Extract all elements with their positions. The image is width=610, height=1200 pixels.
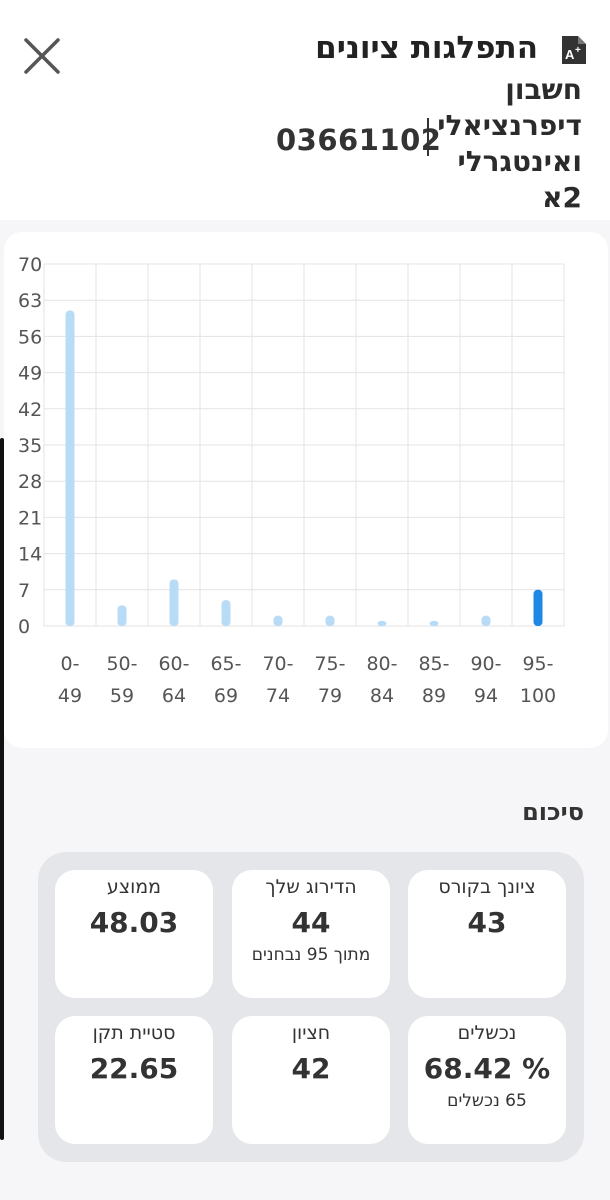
- header: A + התפלגות ציונים חשבון דיפרנציאלי ואינ…: [0, 0, 610, 220]
- x-tick-label: 0-49: [58, 653, 82, 707]
- y-tick-label: 35: [18, 435, 42, 457]
- x-tick-label: 90-94: [470, 653, 501, 707]
- stat-median: חציון 42: [232, 1016, 390, 1144]
- x-tick-label: 70-74: [262, 653, 293, 707]
- bar: [481, 615, 491, 626]
- course-code: 03661102: [276, 123, 442, 157]
- stat-average: ממוצע 48.03: [55, 870, 213, 998]
- stat-label: נכשלים: [457, 1022, 517, 1044]
- stat-value: 42: [291, 1052, 331, 1085]
- stat-value: 48.03: [89, 906, 179, 939]
- bar: [325, 615, 335, 626]
- x-tick-label: 85-89: [418, 653, 449, 707]
- y-tick-label: 56: [18, 326, 42, 348]
- x-tick-label: 65-69: [210, 653, 241, 707]
- stat-rank: הדירוג שלך 44 מתוך 95 נבחנים: [232, 870, 390, 998]
- bar: [273, 615, 283, 626]
- stat-std-dev: סטיית תקן 22.65: [55, 1016, 213, 1144]
- close-icon[interactable]: [18, 32, 66, 80]
- y-tick-label: 49: [18, 363, 42, 385]
- bar: [169, 579, 179, 626]
- stat-value: 22.65: [89, 1052, 179, 1085]
- summary-panel: ציונך בקורס 43 הדירוג שלך 44 מתוך 95 נבח…: [38, 852, 584, 1162]
- bar: [221, 600, 231, 626]
- stat-value: % 68.42: [423, 1052, 551, 1085]
- svg-text:+: +: [575, 45, 581, 56]
- x-tick-label: 75-79: [314, 653, 345, 707]
- y-tick-label: 21: [18, 507, 42, 529]
- course-name: חשבון דיפרנציאלי ואינטגרלי 2א: [437, 73, 582, 214]
- bar: [117, 605, 127, 626]
- bar: [377, 620, 387, 626]
- y-tick-label: 7: [18, 580, 30, 602]
- stat-label: הדירוג שלך: [265, 876, 357, 898]
- x-tick-label: 95-100: [520, 653, 556, 707]
- stat-failed: נכשלים % 68.42 65 נכשלים: [408, 1016, 566, 1144]
- y-tick-label: 42: [18, 399, 42, 421]
- stat-value: 44: [291, 906, 331, 939]
- page-title: התפלגות ציונים: [315, 30, 538, 66]
- y-tick-label: 14: [18, 544, 42, 566]
- y-tick-label: 0: [18, 616, 30, 638]
- summary-title: סיכום: [522, 798, 584, 826]
- stat-label: חציון: [291, 1022, 331, 1044]
- document-grade-icon: A +: [560, 34, 588, 66]
- stat-label: ממוצע: [106, 876, 162, 898]
- x-tick-label: 60-64: [158, 653, 189, 707]
- svg-text:A: A: [565, 47, 575, 62]
- y-tick-label: 28: [18, 471, 42, 493]
- stat-label: ציונך בקורס: [438, 876, 536, 898]
- grade-distribution-chart: 0 7 14 21 28 35 42 49 56 63 70 0-49 50-59 60-64 65-69 7…: [18, 254, 565, 707]
- x-tick-label: 50-59: [106, 653, 137, 707]
- bar: [429, 620, 439, 626]
- x-tick-label: 80-84: [366, 653, 397, 707]
- bar: [533, 589, 543, 626]
- stat-sub: מתוך 95 נבחנים: [251, 945, 371, 965]
- stat-sub: 65 נכשלים: [447, 1091, 527, 1111]
- y-tick-label: 70: [18, 254, 42, 276]
- stat-value: 43: [467, 906, 507, 939]
- stat-label: סטיית תקן: [92, 1022, 176, 1044]
- chart-card: 0 7 14 21 28 35 42 49 56 63 70 0-49 50-59 60-64 65-69 7…: [4, 232, 608, 748]
- y-tick-label: 63: [18, 290, 42, 312]
- stat-course-grade: ציונך בקורס 43: [408, 870, 566, 998]
- bar: [65, 310, 75, 626]
